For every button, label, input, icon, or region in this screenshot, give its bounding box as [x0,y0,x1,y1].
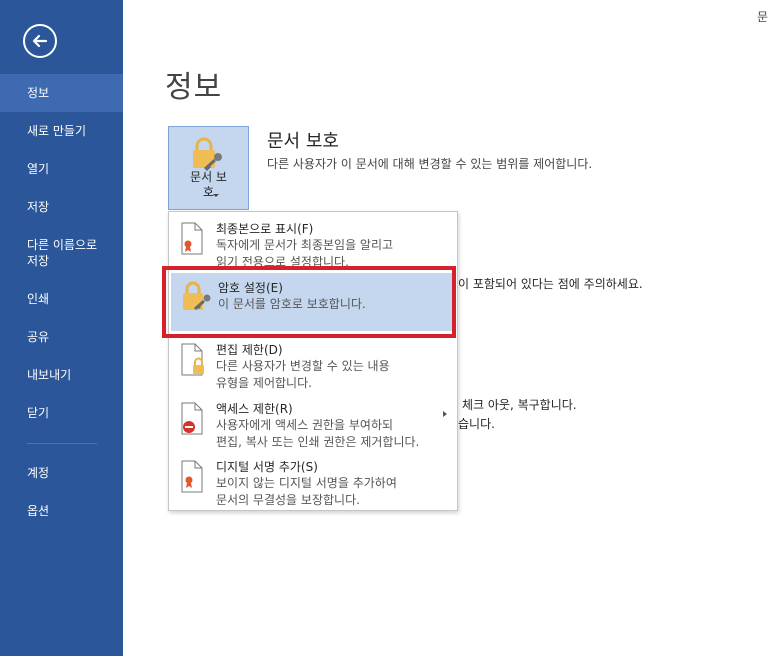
sidebar-item-print[interactable]: 인쇄 [0,291,123,307]
restrict-access-icon [181,402,203,435]
menu-item-title: 액세스 제한(R) [216,402,293,416]
sidebar-item-options[interactable]: 옵션 [0,503,123,519]
inspect-text-fragment: 이 포함되어 있다는 점에 주의하세요. [458,277,643,291]
corner-text: 문 [757,10,769,24]
sidebar-item-save[interactable]: 저장 [0,199,123,215]
menu-item-desc: 사용자에게 액세스 권한을 부여하되 편집, 복사 또는 인쇄 권한은 제거합니… [216,418,420,449]
versions-text-fragment-2: 습니다. [458,417,495,431]
sidebar-item-new[interactable]: 새로 만들기 [0,123,123,139]
lock-key-icon [193,137,222,171]
menu-item-desc: 다른 사용자가 변경할 수 있는 내용 유형을 제어합니다. [216,359,390,390]
menu-item-title: 디지털 서명 추가(S) [216,460,318,474]
arrow-left-icon [32,34,48,48]
menu-item-restrict-editing[interactable]: 편집 제한(D) 다른 사용자가 변경할 수 있는 내용 유형을 제어합니다. [169,335,457,393]
menu-item-title: 편집 제한(D) [216,343,283,357]
protect-button-label: 문서 보 호 [190,170,227,199]
submenu-arrow-icon [443,411,447,417]
menu-item-title: 최종본으로 표시(F) [216,222,314,236]
dropdown-caret-icon [213,194,219,197]
versions-text-fragment: 체크 아웃, 복구합니다. [462,398,577,412]
sidebar-item-export[interactable]: 내보내기 [0,367,123,383]
menu-item-digital-signature[interactable]: 디지털 서명 추가(S) 보이지 않는 디지털 서명을 추가하여 문서의 무결성… [169,452,457,510]
menu-item-restrict-access[interactable]: 액세스 제한(R) 사용자에게 액세스 권한을 부여하되 편집, 복사 또는 인… [169,394,457,452]
restrict-editing-icon [181,343,204,376]
highlight-annotation-box [162,266,456,338]
digital-signature-icon [181,460,203,493]
sidebar-item-open[interactable]: 열기 [0,161,123,177]
section-description: 다른 사용자가 이 문서에 대해 변경할 수 있는 범위를 제어합니다. [267,157,593,171]
page-title: 정보 [165,70,223,105]
sidebar-divider [27,443,97,444]
sidebar-item-account[interactable]: 계정 [0,465,123,481]
mark-final-icon [181,222,203,255]
sidebar-item-close[interactable]: 닫기 [0,405,123,421]
section-title: 문서 보호 [267,131,339,152]
protect-document-button[interactable]: 문서 보 호 [168,126,249,210]
menu-item-desc: 보이지 않는 디지털 서명을 추가하여 문서의 무결성을 보장합니다. [216,476,397,507]
backstage-sidebar: 정보 새로 만들기 열기 저장 다른 이름으로 저장 인쇄 공유 내보내기 닫기… [0,0,123,656]
protect-document-menu: 최종본으로 표시(F) 독자에게 문서가 최종본임을 알리고 읽기 전용으로 설… [168,211,458,511]
sidebar-item-share[interactable]: 공유 [0,329,123,345]
menu-item-mark-final[interactable]: 최종본으로 표시(F) 독자에게 문서가 최종본임을 알리고 읽기 전용으로 설… [169,214,457,272]
sidebar-item-save-as[interactable]: 다른 이름으로 저장 [0,237,123,269]
back-button[interactable] [23,24,57,58]
sidebar-item-info[interactable]: 정보 [0,74,123,112]
